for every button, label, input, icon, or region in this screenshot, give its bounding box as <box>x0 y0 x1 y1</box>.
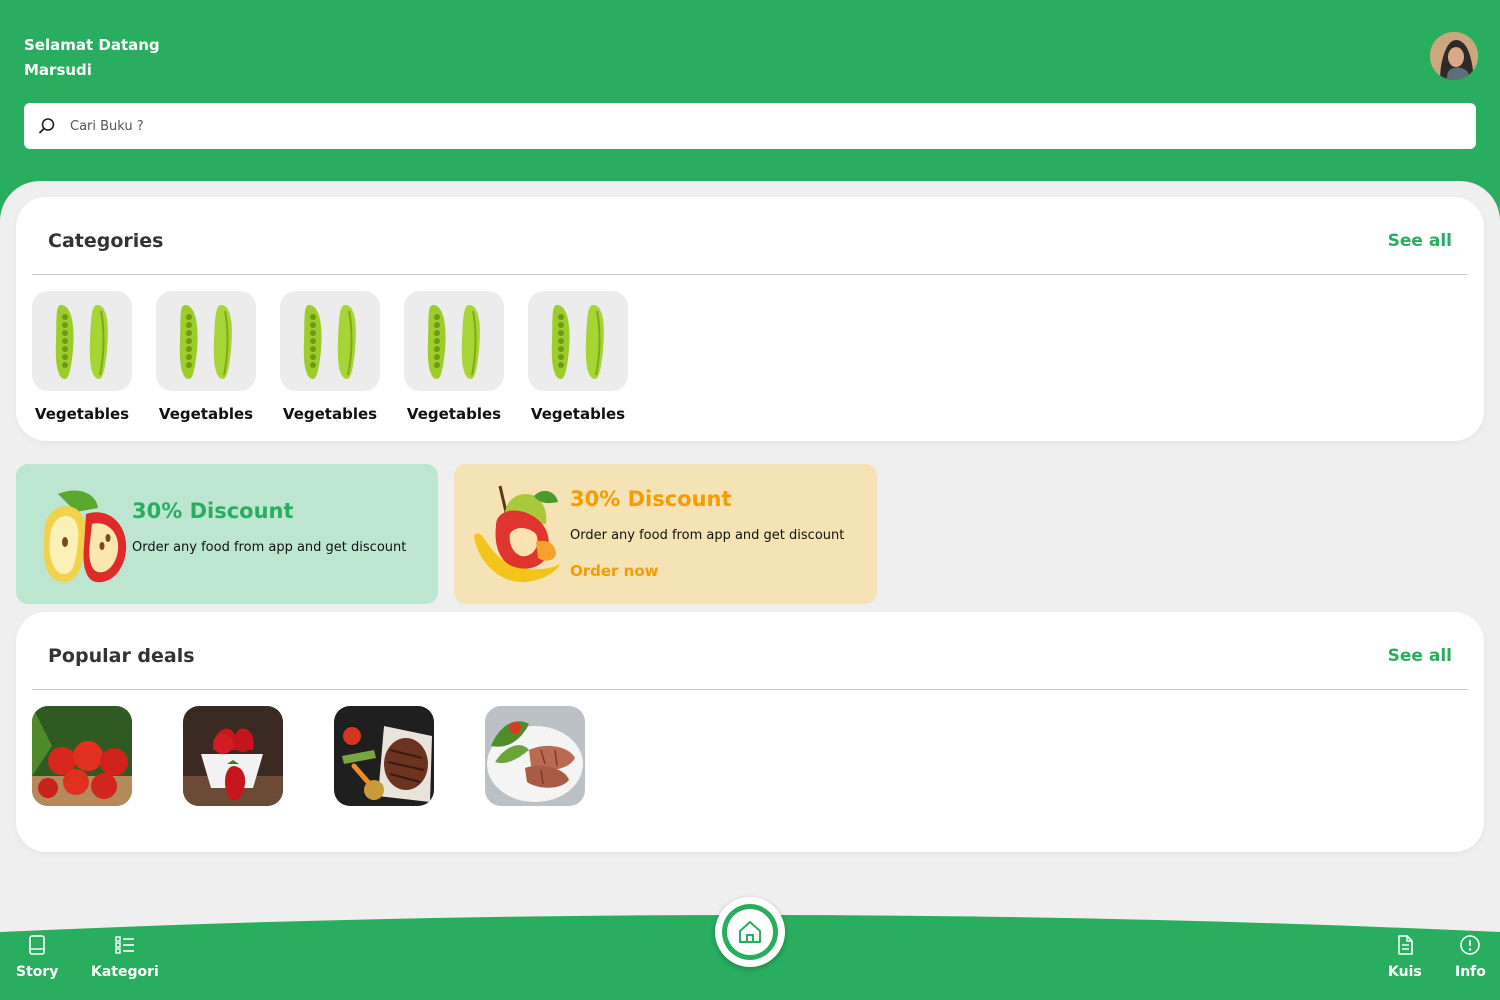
category-label: Vegetables <box>282 405 378 423</box>
category-label: Vegetables <box>406 405 502 423</box>
promo-banner-fruit[interactable]: 30% Discount Order any food from app and… <box>454 464 877 604</box>
category-item[interactable]: Vegetables <box>156 291 256 423</box>
nav-story[interactable]: Story <box>16 934 58 980</box>
categories-card: Categories See all Vegetables Vegetables… <box>16 197 1484 441</box>
nav-info-label: Info <box>1455 964 1486 980</box>
promo-banner-pear[interactable]: 30% Discount Order any food from app and… <box>16 464 438 604</box>
categories-title: Categories <box>48 230 164 252</box>
greeting-block: Selamat Datang Marsudi <box>24 33 160 83</box>
info-icon <box>1460 935 1481 955</box>
home-button-core <box>727 909 773 955</box>
peas-image <box>528 291 628 391</box>
search-input[interactable] <box>70 118 1450 134</box>
popular-deals-card: Popular deals See all <box>16 612 1484 852</box>
category-label: Vegetables <box>530 405 626 423</box>
book-icon <box>29 935 46 955</box>
peas-image <box>156 291 256 391</box>
search-bar[interactable] <box>24 103 1476 149</box>
nav-kategori[interactable]: Kategori <box>91 934 159 980</box>
category-item[interactable]: Vegetables <box>528 291 628 423</box>
steak-image <box>334 706 434 806</box>
salad-image <box>485 706 585 806</box>
category-label: Vegetables <box>34 405 130 423</box>
deal-item-steak[interactable] <box>334 706 434 806</box>
categories-see-all-link[interactable]: See all <box>1388 231 1452 251</box>
list-icon <box>115 936 134 954</box>
divider <box>32 274 1468 275</box>
category-item[interactable]: Vegetables <box>404 291 504 423</box>
promo-title: 30% Discount <box>570 487 732 511</box>
category-list: Vegetables Vegetables Vegetables Vegetab… <box>32 291 628 423</box>
divider <box>32 689 1468 690</box>
nav-story-label: Story <box>16 964 59 980</box>
deal-list <box>32 706 585 806</box>
peas-image <box>32 291 132 391</box>
avatar[interactable] <box>1430 32 1478 80</box>
popular-deals-title: Popular deals <box>48 645 195 667</box>
document-icon <box>1398 935 1413 955</box>
nav-kuis[interactable]: Kuis <box>1388 934 1422 980</box>
nav-kuis-label: Kuis <box>1388 964 1422 980</box>
peas-image <box>280 291 380 391</box>
home-icon <box>739 921 761 943</box>
home-button-ring <box>722 904 778 960</box>
category-item[interactable]: Vegetables <box>280 291 380 423</box>
promo-title: 30% Discount <box>132 499 294 523</box>
order-now-link[interactable]: Order now <box>570 562 659 580</box>
tomatoes-image <box>32 706 132 806</box>
popular-see-all-link[interactable]: See all <box>1388 646 1452 666</box>
greeting-text: Selamat Datang <box>24 36 160 54</box>
promo-text: Order any food from app and get discount <box>570 528 845 543</box>
nav-info[interactable]: Info <box>1455 934 1486 980</box>
nav-kategori-label: Kategori <box>91 964 159 980</box>
strawberries-image <box>183 706 283 806</box>
search-icon <box>24 103 70 149</box>
user-name: Marsudi <box>24 61 92 79</box>
deal-item-tomatoes[interactable] <box>32 706 132 806</box>
category-label: Vegetables <box>158 405 254 423</box>
pear-apple-image <box>43 490 127 583</box>
avatar-image <box>1430 32 1478 80</box>
promo-text: Order any food from app and get discount <box>132 540 407 555</box>
peas-image <box>404 291 504 391</box>
home-button[interactable] <box>715 897 785 967</box>
deal-item-salad[interactable] <box>485 706 585 806</box>
deal-item-strawberries[interactable] <box>183 706 283 806</box>
category-item[interactable]: Vegetables <box>32 291 132 423</box>
fruit-bowl-image <box>474 485 560 583</box>
